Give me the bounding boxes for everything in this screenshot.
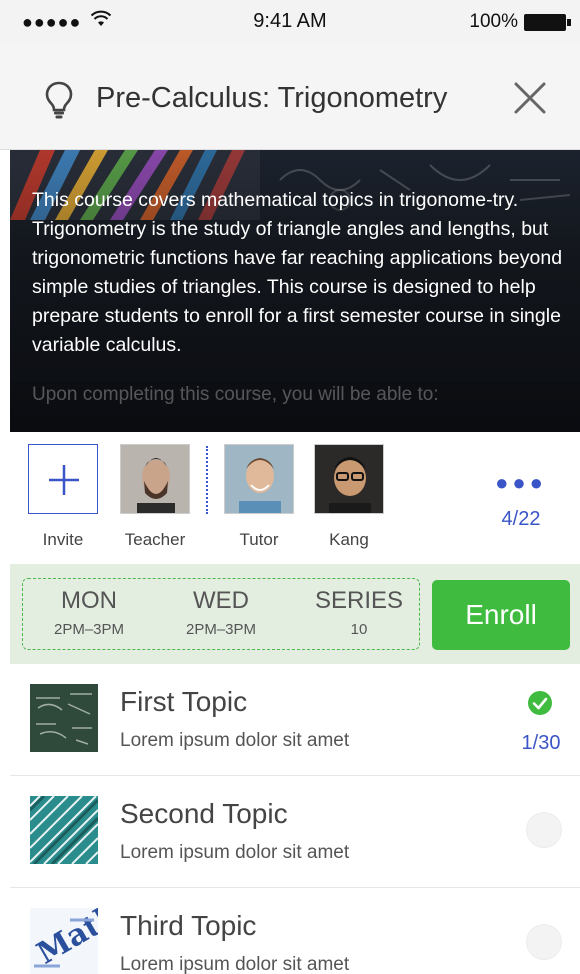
slot-time: 10 xyxy=(350,621,368,638)
slot-time: 2PM–3PM xyxy=(185,621,257,638)
lightbulb-icon xyxy=(45,81,73,119)
avatar[interactable] xyxy=(224,444,294,514)
schedule-bar: MON 2PM–3PM WED 2PM–3PM SERIES 10 Enroll xyxy=(10,564,580,664)
status-bar: ●●●●● 9:41 AM 100% xyxy=(0,0,580,44)
course-hero: This course covers mathematical topics i… xyxy=(10,150,580,432)
invite-button[interactable]: Invite xyxy=(24,444,102,550)
schedule-box: MON 2PM–3PM WED 2PM–3PM SERIES 10 xyxy=(22,578,420,650)
schedule-slot: WED 2PM–3PM xyxy=(161,587,281,638)
invite-label: Invite xyxy=(42,530,84,549)
topic-list: First Topic Lorem ipsum dolor sit amet 1… xyxy=(10,664,580,974)
page-title: Pre-Calculus: Trigonometry xyxy=(96,82,448,114)
more-members-button[interactable]: ●●● 4/22 xyxy=(486,472,556,531)
schedule-slot: MON 2PM–3PM xyxy=(29,587,149,638)
more-dots-icon[interactable]: ●●● xyxy=(486,472,556,494)
incomplete-circle-icon xyxy=(526,924,562,960)
schedule-slot: SERIES 10 xyxy=(299,587,419,638)
topic-subtitle: Lorem ipsum dolor sit amet xyxy=(120,730,350,751)
member-label: Tutor xyxy=(239,530,279,549)
participants-row: Invite Teacher Tutor Kang ●●● 4/22 xyxy=(10,432,580,564)
topic-thumbnail xyxy=(30,796,98,864)
member-label: Teacher xyxy=(124,530,186,549)
topic-thumbnail: Math xyxy=(30,908,98,974)
member-teacher[interactable]: Teacher xyxy=(116,444,194,550)
course-description: This course covers mathematical topics i… xyxy=(32,189,563,356)
enroll-button[interactable]: Enroll xyxy=(432,580,570,650)
incomplete-circle-icon xyxy=(526,812,562,848)
topic-thumbnail xyxy=(30,684,98,752)
topic-title: Third Topic xyxy=(120,910,257,941)
member-tutor[interactable]: Tutor xyxy=(220,444,298,550)
close-icon[interactable] xyxy=(510,78,550,118)
topic-subtitle: Lorem ipsum dolor sit amet xyxy=(120,954,350,974)
topic-subtitle: Lorem ipsum dolor sit amet xyxy=(120,842,350,863)
list-item[interactable]: Math Third Topic Lorem ipsum dolor sit a… xyxy=(10,888,580,974)
member-divider xyxy=(206,446,208,514)
header: Pre-Calculus: Trigonometry xyxy=(0,44,580,150)
battery-icon xyxy=(524,14,571,31)
topic-progress: 1/30 xyxy=(521,732,561,754)
battery-percentage: 100% xyxy=(469,11,518,32)
topic-title: First Topic xyxy=(120,686,248,717)
member-label: Kang xyxy=(329,530,369,549)
description-fade: Upon completing this course, you will be… xyxy=(10,382,580,432)
plus-icon[interactable] xyxy=(28,444,98,514)
slot-day: WED xyxy=(193,587,249,614)
faded-description-line: Upon completing this course, you will be… xyxy=(32,384,439,405)
slot-time: 2PM–3PM xyxy=(53,621,125,638)
avatar[interactable] xyxy=(120,444,190,514)
avatar[interactable] xyxy=(314,444,384,514)
list-item[interactable]: Second Topic Lorem ipsum dolor sit amet xyxy=(10,776,580,888)
member-count: 4/22 xyxy=(501,508,541,530)
slot-day: SERIES xyxy=(314,587,404,614)
list-item[interactable]: First Topic Lorem ipsum dolor sit amet 1… xyxy=(10,664,580,776)
check-circle-icon xyxy=(528,691,552,715)
member-kang[interactable]: Kang xyxy=(310,444,388,550)
topic-title: Second Topic xyxy=(120,798,288,829)
slot-day: MON xyxy=(61,587,117,614)
